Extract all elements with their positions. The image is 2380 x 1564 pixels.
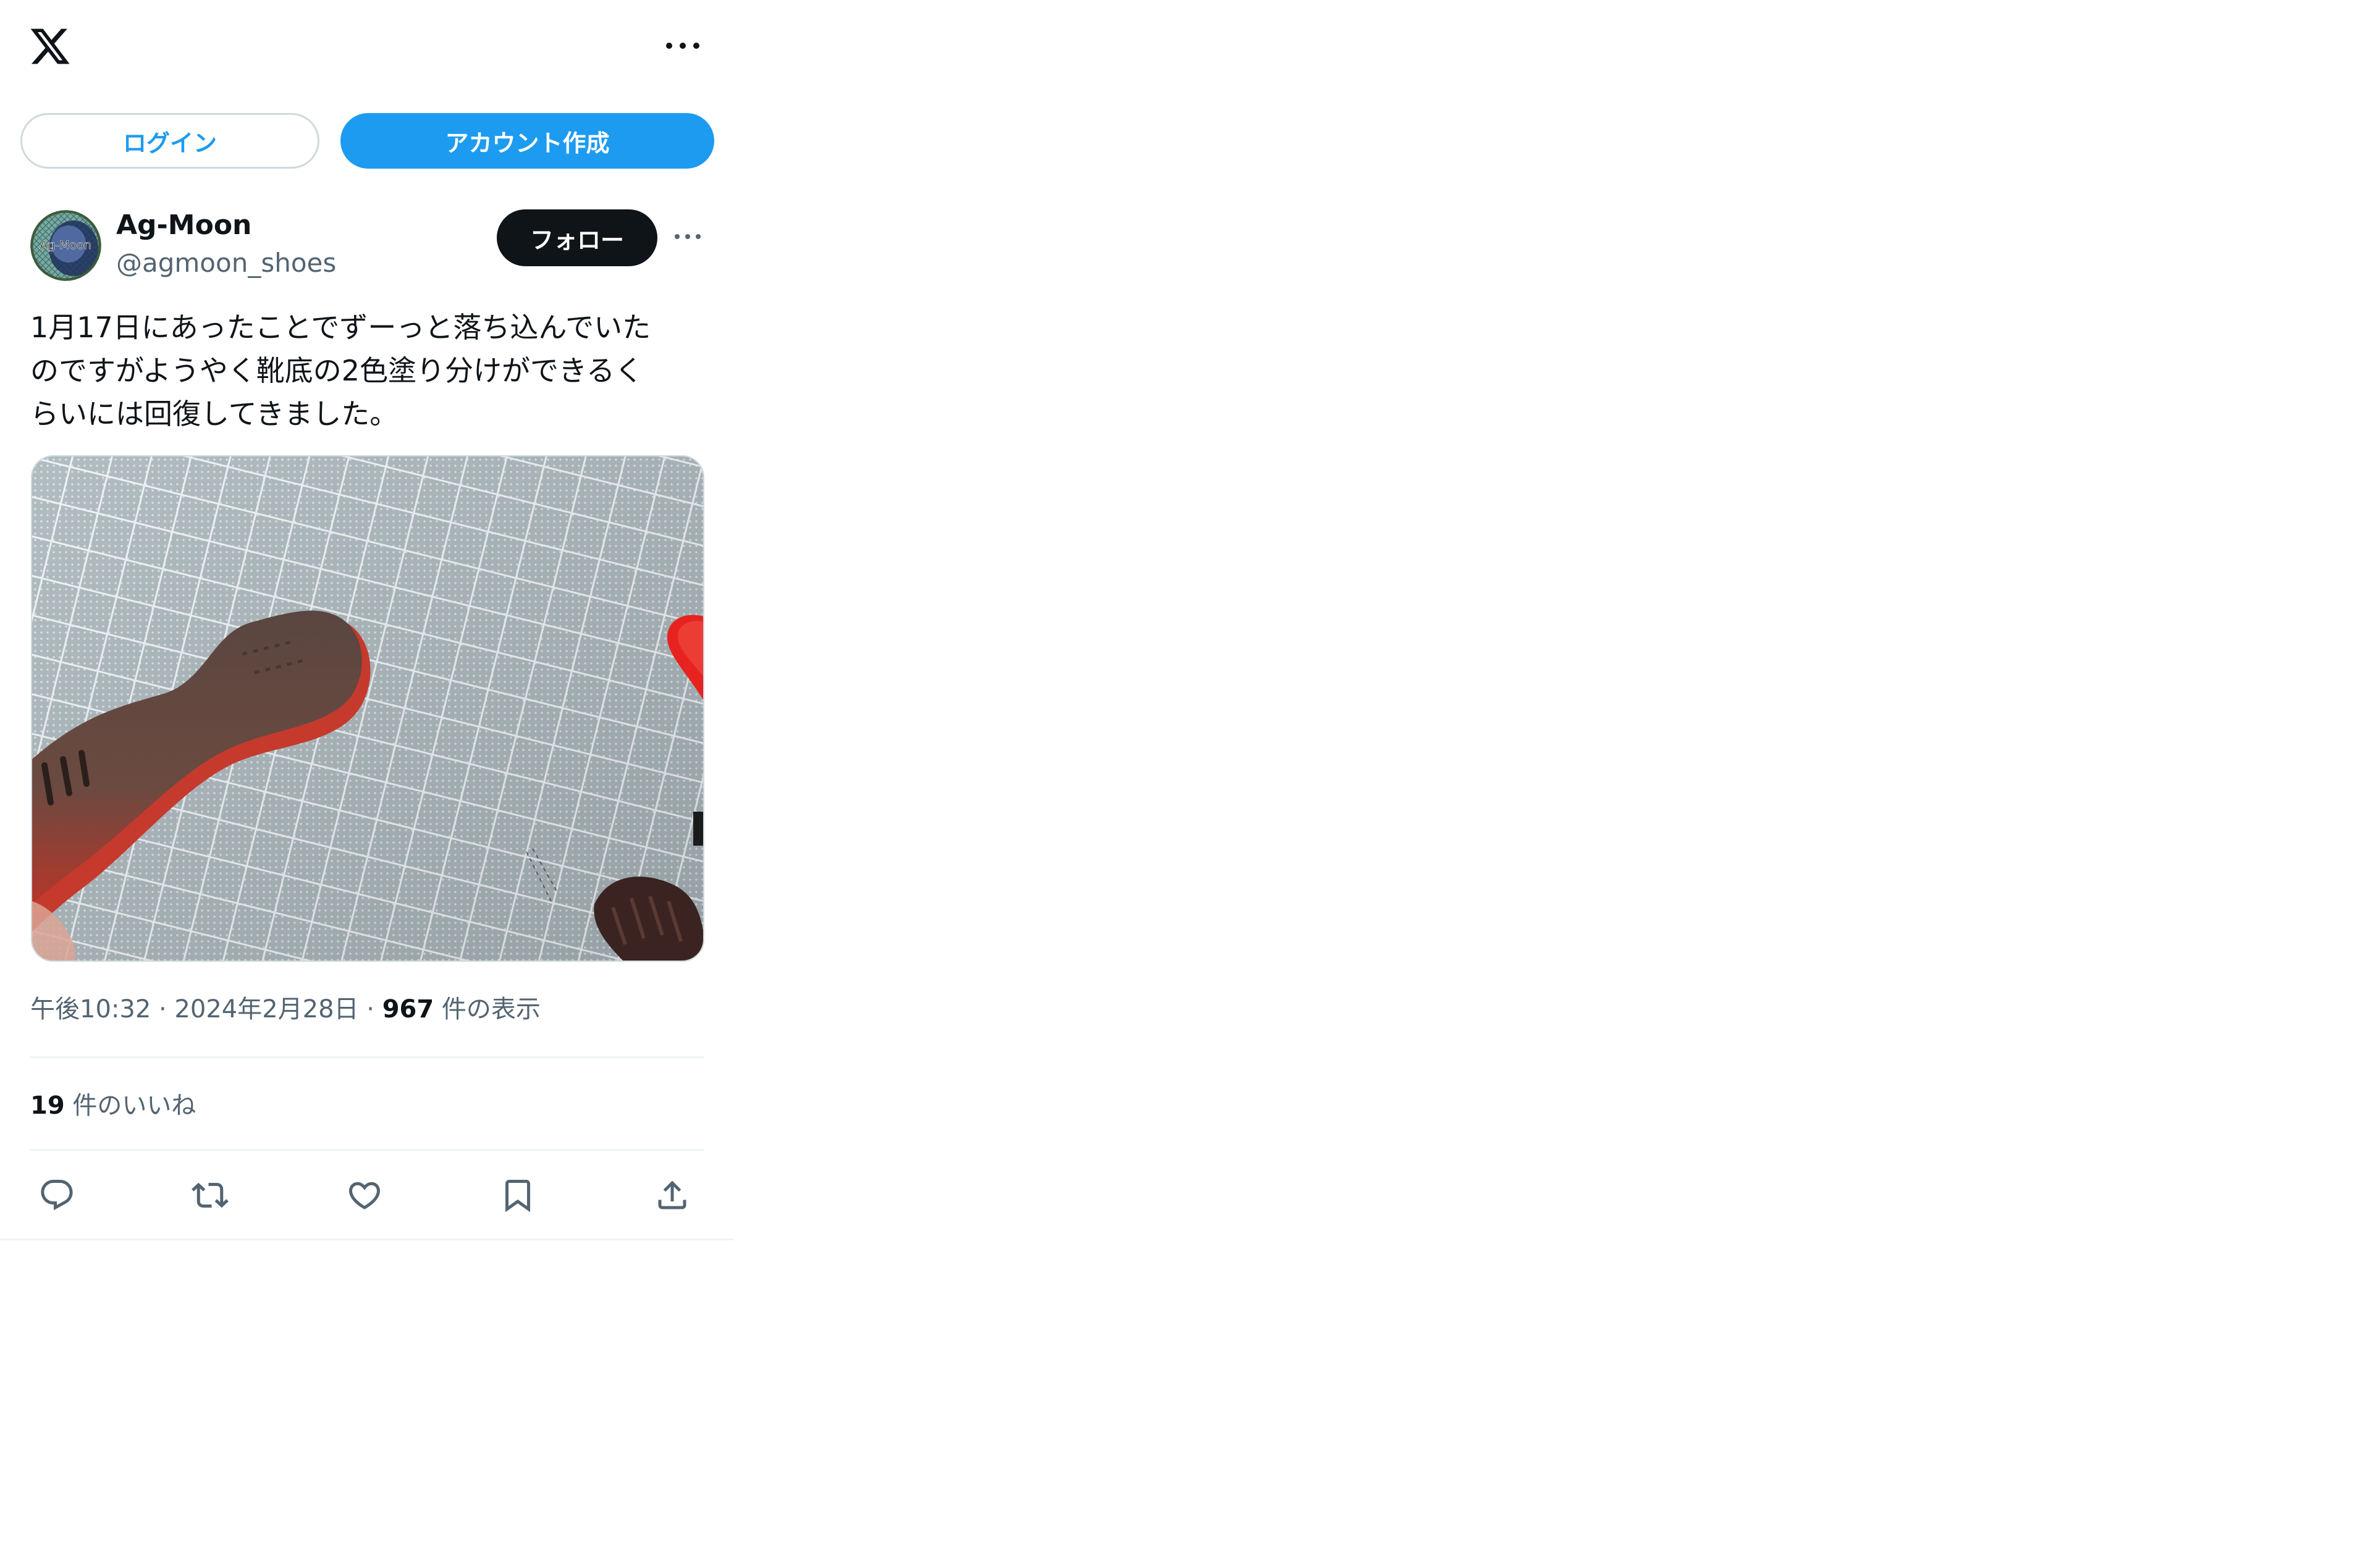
avatar-logo-text: Ag-Moon (40, 238, 91, 252)
tweet-photo[interactable] (31, 455, 704, 962)
display-name[interactable]: Ag-Moon (116, 208, 251, 243)
like-label: 件のいいね (64, 1091, 196, 1120)
tweet-text-line: らいには回復してきました。 (30, 397, 399, 431)
x-logo-icon[interactable] (28, 25, 72, 68)
tweet-timestamp[interactable]: 午後10:32 · 2024年2月28日 (30, 995, 359, 1024)
tweet-text-line: 1月17日にあったことでずーっと落ち込んでいた (30, 311, 651, 344)
follow-button[interactable]: フォロー (497, 209, 657, 266)
more-horizontal-icon[interactable] (663, 36, 703, 56)
like-count: 19 (30, 1091, 65, 1120)
share-icon[interactable] (654, 1177, 691, 1214)
tweet-text-line: のですがようやく靴底の2色塗り分けができるく (30, 354, 644, 387)
tweet-more-icon[interactable] (672, 227, 703, 246)
create-account-button[interactable]: アカウント作成 (340, 113, 714, 169)
like-icon[interactable] (346, 1177, 383, 1214)
view-count: 967 (382, 995, 434, 1024)
reply-icon[interactable] (38, 1177, 75, 1214)
user-handle[interactable]: @agmoon_shoes (116, 246, 336, 280)
bookmark-icon[interactable] (499, 1177, 536, 1214)
likes-summary[interactable]: 19 件のいいね (30, 1088, 196, 1123)
login-button[interactable]: ログイン (20, 113, 319, 169)
divider (30, 1149, 704, 1151)
avatar[interactable]: Ag-Moon (30, 210, 101, 281)
divider (30, 1056, 704, 1058)
tweet-page: ログイン アカウント作成 Ag-Moon Ag-Moon @agmoon_sho… (0, 0, 734, 1240)
retweet-icon[interactable] (192, 1177, 229, 1214)
tweet-metadata: 午後10:32 · 2024年2月28日 · 967 件の表示 (30, 992, 541, 1027)
meta-separator: · (358, 995, 382, 1024)
view-label: 件の表示 (434, 995, 541, 1024)
tweet-text: 1月17日にあったことでずーっと落ち込んでいた のですがようやく靴底の2色塗り分… (30, 306, 710, 435)
